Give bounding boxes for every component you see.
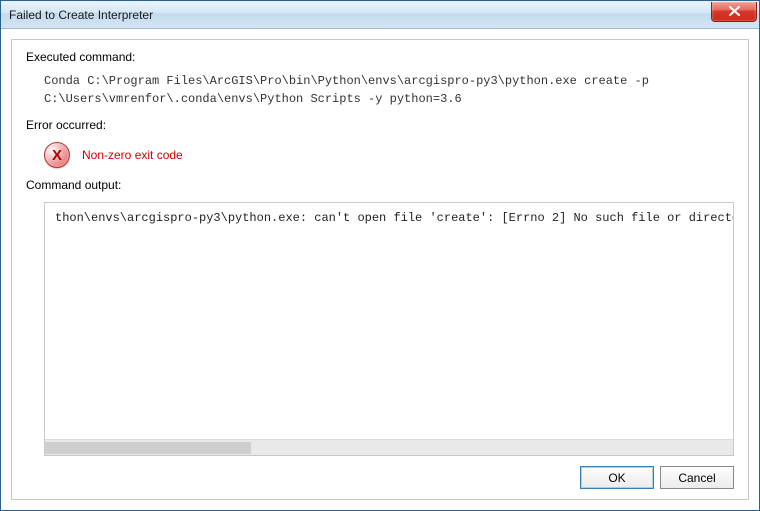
command-output-label: Command output: [26,178,734,192]
executed-command-label: Executed command: [26,50,734,64]
error-row: X Non-zero exit code [26,138,734,178]
scrollbar-thumb[interactable] [45,442,251,454]
close-icon [729,6,740,16]
command-output-section: Command output: thon\envs\arcgispro-py3\… [26,178,734,456]
cancel-button[interactable]: Cancel [660,466,734,489]
close-button[interactable] [711,2,757,22]
titlebar[interactable]: Failed to Create Interpreter [1,1,759,29]
error-icon: X [44,142,70,168]
error-x-glyph: X [52,148,62,163]
command-output-text[interactable]: thon\envs\arcgispro-py3\python.exe: can'… [45,203,733,439]
horizontal-scrollbar[interactable] [45,439,733,455]
error-message: Non-zero exit code [82,148,183,162]
error-occurred-label: Error occurred: [26,118,734,132]
inner-panel: Executed command: Conda C:\Program Files… [11,39,749,500]
dialog-content: Executed command: Conda C:\Program Files… [1,29,759,510]
dialog-window: Failed to Create Interpreter Executed co… [0,0,760,511]
command-output-box: thon\envs\arcgispro-py3\python.exe: can'… [44,202,734,456]
executed-command-text: Conda C:\Program Files\ArcGIS\Pro\bin\Py… [26,70,734,118]
button-row: OK Cancel [26,456,734,489]
window-title: Failed to Create Interpreter [9,8,711,22]
ok-button[interactable]: OK [580,466,654,489]
